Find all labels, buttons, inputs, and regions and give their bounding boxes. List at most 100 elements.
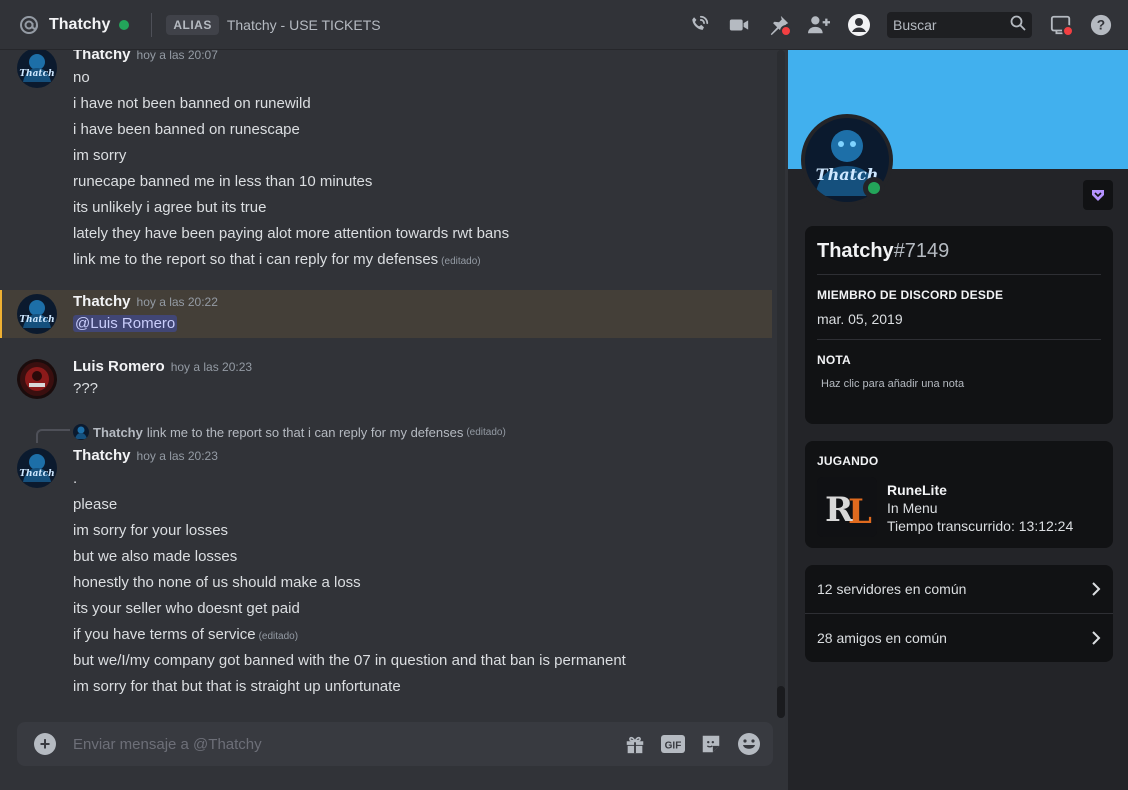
mutual-servers-label: 12 servidores en común bbox=[817, 581, 967, 597]
gif-label: GIF bbox=[665, 741, 682, 752]
emoji-icon[interactable] bbox=[737, 732, 761, 756]
svg-text:?: ? bbox=[1097, 18, 1105, 33]
edited-label: (editado) bbox=[258, 631, 299, 642]
search-input[interactable] bbox=[893, 17, 1003, 33]
avatar[interactable]: Thatch bbox=[17, 294, 57, 334]
avatar[interactable] bbox=[17, 359, 57, 399]
search-icon[interactable] bbox=[1010, 15, 1026, 36]
message-line: please bbox=[73, 496, 118, 513]
game-elapsed-time: Tiempo transcurrido: 13:12:24 bbox=[887, 518, 1074, 534]
message-author[interactable]: Thatchy bbox=[73, 50, 131, 63]
message-timestamp: hoy a las 20:07 bbox=[136, 50, 218, 62]
message-line: i have not been banned on runewild bbox=[73, 95, 311, 112]
chevron-right-icon bbox=[1091, 582, 1101, 596]
composer-actions: GIF bbox=[609, 732, 761, 756]
activity-title: JUGANDO bbox=[817, 454, 879, 468]
voice-call-icon[interactable] bbox=[687, 13, 711, 37]
video-call-icon[interactable] bbox=[727, 13, 751, 37]
message-line: im sorry bbox=[73, 147, 127, 164]
mutual-friends-row[interactable]: 28 amigos en común bbox=[805, 614, 1113, 662]
alias-text: Thatchy - USE TICKETS bbox=[226, 16, 381, 33]
edited-label: (editado) bbox=[466, 426, 506, 438]
message-line: but we also made losses bbox=[73, 548, 238, 565]
user-profile-panel: Thatch Thatchy#7149 MIEMBRO DE DISCORD D… bbox=[788, 50, 1128, 790]
message-line: lately they have been paying alot more a… bbox=[73, 225, 510, 242]
svg-text:Thatch: Thatch bbox=[19, 469, 54, 479]
reply-author[interactable]: Thatchy bbox=[93, 425, 143, 440]
note-input[interactable]: Haz clic para añadir una nota bbox=[821, 378, 964, 390]
message-composer: + GIF bbox=[17, 722, 773, 766]
at-sign-icon bbox=[19, 15, 39, 35]
message-list: Thatch Thatchy hoy a las 20:07 no i have … bbox=[0, 50, 788, 790]
channel-header: Thatchy ALIAS Thatchy - USE TICKETS Busc… bbox=[0, 0, 1128, 50]
reply-preview[interactable]: Thatchy link me to the report so that i … bbox=[73, 424, 506, 440]
card-divider bbox=[817, 339, 1101, 340]
message-line: runecape banned me in less than 10 minut… bbox=[73, 173, 373, 190]
member-since-title: MIEMBRO DE DISCORD DESDE bbox=[817, 288, 1004, 302]
reply-connector bbox=[36, 429, 70, 443]
pin-icon[interactable] bbox=[767, 13, 792, 37]
inbox-icon[interactable] bbox=[1049, 13, 1074, 37]
game-state: In Menu bbox=[887, 500, 938, 516]
avatar bbox=[73, 424, 89, 440]
help-icon[interactable]: ? bbox=[1089, 13, 1113, 37]
mutual-servers-row[interactable]: 12 servidores en común bbox=[805, 565, 1113, 613]
reply-text: link me to the report so that i can repl… bbox=[146, 424, 464, 440]
header-toolbar: ? bbox=[687, 0, 1128, 50]
message-author[interactable]: Thatchy bbox=[73, 293, 131, 310]
search-box[interactable] bbox=[887, 12, 1032, 38]
runelite-game-icon: RL bbox=[817, 477, 877, 537]
avatar[interactable]: Thatch bbox=[17, 448, 57, 488]
nitro-badge-icon[interactable] bbox=[1083, 180, 1113, 210]
message-line: its your seller who doesnt get paid bbox=[73, 600, 300, 617]
unread-pin-badge bbox=[780, 25, 792, 37]
message-line: no bbox=[73, 69, 90, 86]
message-line: ??? bbox=[73, 380, 99, 397]
alias-badge: ALIAS bbox=[166, 14, 219, 35]
message-line: honestly tho none of us should make a lo… bbox=[73, 574, 361, 591]
user-mention[interactable]: @Luis Romero bbox=[73, 315, 178, 332]
edited-label: (editado) bbox=[441, 256, 481, 267]
message-line: if you have terms of service bbox=[73, 626, 256, 643]
inbox-unread-badge bbox=[1062, 25, 1074, 37]
activity-card: JUGANDO RL RuneLite In Menu Tiempo trans… bbox=[805, 441, 1113, 548]
svg-text:Thatch: Thatch bbox=[19, 315, 54, 325]
online-status-indicator bbox=[119, 19, 130, 30]
gif-icon[interactable]: GIF bbox=[661, 732, 685, 756]
header-divider bbox=[151, 12, 153, 37]
message-input[interactable] bbox=[73, 735, 593, 753]
avatar[interactable]: Thatch bbox=[17, 50, 57, 88]
message-timestamp: hoy a las 20:23 bbox=[170, 360, 253, 374]
message-line: link me to the report so that i can repl… bbox=[73, 251, 439, 268]
message-line: its unlikely i agree but its true bbox=[73, 199, 267, 216]
profile-discriminator: #7149 bbox=[893, 240, 950, 262]
message-line: im sorry for your losses bbox=[73, 522, 229, 539]
svg-text:Thatch: Thatch bbox=[19, 69, 54, 79]
gift-icon[interactable] bbox=[623, 732, 647, 756]
game-name: RuneLite bbox=[887, 482, 947, 498]
add-attachment-icon[interactable]: + bbox=[34, 733, 56, 755]
message-timestamp: hoy a las 20:23 bbox=[136, 449, 218, 463]
profile-username[interactable]: Thatchy bbox=[817, 240, 894, 262]
chat-scrollbar-thumb[interactable] bbox=[777, 686, 785, 718]
card-divider bbox=[817, 274, 1101, 275]
chat-scrollbar-track[interactable] bbox=[777, 50, 785, 718]
message-line: im sorry for that but that is straight u… bbox=[73, 678, 401, 695]
message-line: . bbox=[73, 470, 78, 487]
discord-dm-window: Thatchy ALIAS Thatchy - USE TICKETS Busc… bbox=[0, 0, 1128, 790]
user-profile-icon[interactable] bbox=[847, 13, 871, 37]
message-author[interactable]: Thatchy bbox=[73, 447, 131, 464]
mutual-friends-label: 28 amigos en común bbox=[817, 630, 947, 646]
online-status-indicator bbox=[863, 177, 885, 199]
sticker-icon[interactable] bbox=[699, 732, 723, 756]
message-line: but we/I/my company got banned with the … bbox=[73, 652, 626, 669]
profile-info-card: Thatchy#7149 MIEMBRO DE DISCORD DESDE ma… bbox=[805, 226, 1113, 424]
chevron-right-icon bbox=[1091, 631, 1101, 645]
note-title: NOTA bbox=[817, 353, 851, 367]
dm-user-name[interactable]: Thatchy bbox=[49, 16, 110, 34]
member-since-date: mar. 05, 2019 bbox=[817, 311, 903, 327]
add-friend-icon[interactable] bbox=[807, 13, 831, 37]
message-line: i have been banned on runescape bbox=[73, 121, 300, 138]
svg-text:L: L bbox=[848, 492, 872, 532]
message-author[interactable]: Luis Romero bbox=[73, 358, 165, 375]
